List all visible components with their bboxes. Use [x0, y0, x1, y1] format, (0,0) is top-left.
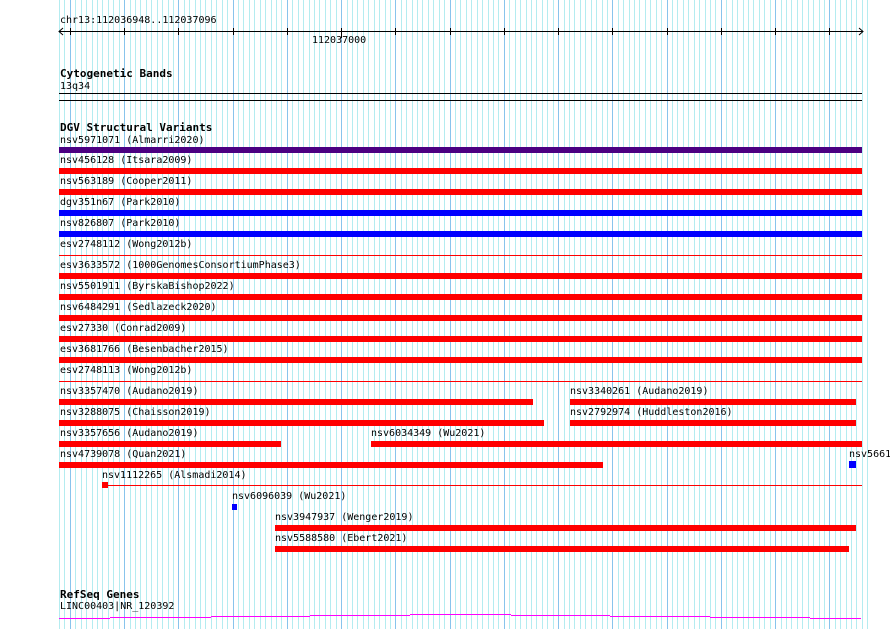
dgv-feature-bar[interactable]	[59, 273, 862, 279]
refseq-gene-model[interactable]	[0, 608, 890, 622]
dgv-feature-label[interactable]: nsv2792974 (Huddleston2016)	[570, 407, 733, 418]
dgv-feature-bar[interactable]	[59, 420, 544, 426]
cytoband-label[interactable]: 13q34	[60, 81, 90, 92]
dgv-feature-bar[interactable]	[275, 525, 856, 531]
cytoband-bar[interactable]	[59, 93, 862, 94]
dgv-feature-bar[interactable]	[59, 381, 862, 382]
dgv-feature-label[interactable]: nsv456128 (Itsara2009)	[60, 155, 192, 166]
dgv-feature-label[interactable]: esv2748112 (Wong2012b)	[60, 239, 192, 250]
dgv-feature-extent-line[interactable]	[108, 485, 862, 486]
location-label: chr13:112036948..112037096	[60, 15, 217, 26]
dgv-feature-label[interactable]: nsv826807 (Park2010)	[60, 218, 180, 229]
dgv-feature-bar[interactable]	[59, 189, 862, 195]
dgv-feature-bar[interactable]	[59, 399, 533, 405]
ruler-tick-label: 112037000	[312, 35, 367, 46]
dgv-feature-bar[interactable]	[59, 168, 862, 174]
dgv-feature-label[interactable]: nsv563189 (Cooper2011)	[60, 176, 192, 187]
dgv-feature-label[interactable]: nsv6484291 (Sedlazeck2020)	[60, 302, 217, 313]
dgv-feature-bar[interactable]	[59, 357, 862, 363]
dgv-feature-label[interactable]: esv3681766 (Besenbacher2015)	[60, 344, 229, 355]
dgv-feature-label[interactable]: nsv3947937 (Wenger2019)	[275, 512, 413, 523]
dgv-feature-bar[interactable]	[59, 315, 862, 321]
dgv-feature-label[interactable]: esv3633572 (1000GenomesConsortiumPhase3)	[60, 260, 301, 271]
dgv-feature-label[interactable]: nsv5588580 (Ebert2021)	[275, 533, 407, 544]
dgv-feature-bar[interactable]	[232, 504, 237, 510]
dgv-feature-bar[interactable]	[59, 441, 281, 447]
dgv-feature-label[interactable]: nsv3288075 (Chaisson2019)	[60, 407, 211, 418]
cytoband-track-title[interactable]: Cytogenetic Bands	[60, 68, 173, 79]
ruler-scale[interactable]	[58, 26, 866, 38]
dgv-feature-label[interactable]: nsv5971071 (Almarri2020)	[60, 135, 205, 146]
dgv-feature-bar[interactable]	[59, 336, 862, 342]
dgv-feature-label[interactable]: nsv4739078 (Quan2021)	[60, 449, 186, 460]
refseq-track-title[interactable]: RefSeq Genes	[60, 589, 139, 600]
dgv-feature-bar[interactable]	[371, 441, 862, 447]
dgv-feature-bar[interactable]	[59, 231, 862, 237]
dgv-feature-bar[interactable]	[59, 462, 603, 468]
dgv-feature-label[interactable]: nsv3357470 (Audano2019)	[60, 386, 198, 397]
dgv-feature-label[interactable]: dgv351n67 (Park2010)	[60, 197, 180, 208]
dgv-feature-label[interactable]: nsv1112265 (Alsmadi2014)	[102, 470, 247, 481]
track-divider	[59, 100, 862, 101]
dgv-feature-label[interactable]: esv2748113 (Wong2012b)	[60, 365, 192, 376]
dgv-feature-bar[interactable]	[59, 294, 862, 300]
dgv-feature-bar[interactable]	[275, 546, 849, 552]
dgv-feature-bar[interactable]	[570, 399, 856, 405]
dgv-feature-label[interactable]: nsv3340261 (Audano2019)	[570, 386, 708, 397]
dgv-feature-bar[interactable]	[849, 461, 856, 468]
dgv-feature-bar[interactable]	[59, 210, 862, 216]
dgv-feature-label[interactable]: nsv6034349 (Wu2021)	[371, 428, 485, 439]
dgv-feature-bar[interactable]	[570, 420, 856, 426]
dgv-feature-label[interactable]: nsv5661	[849, 449, 890, 460]
dgv-feature-label[interactable]: nsv3357656 (Audano2019)	[60, 428, 198, 439]
dgv-feature-label[interactable]: nsv6096039 (Wu2021)	[232, 491, 346, 502]
dgv-track-title[interactable]: DGV Structural Variants	[60, 122, 212, 133]
dgv-feature-bar[interactable]	[59, 255, 862, 256]
dgv-feature-label[interactable]: nsv5501911 (ByrskaBishop2022)	[60, 281, 235, 292]
dgv-feature-bar[interactable]	[59, 147, 862, 153]
dgv-feature-label[interactable]: esv27330 (Conrad2009)	[60, 323, 186, 334]
